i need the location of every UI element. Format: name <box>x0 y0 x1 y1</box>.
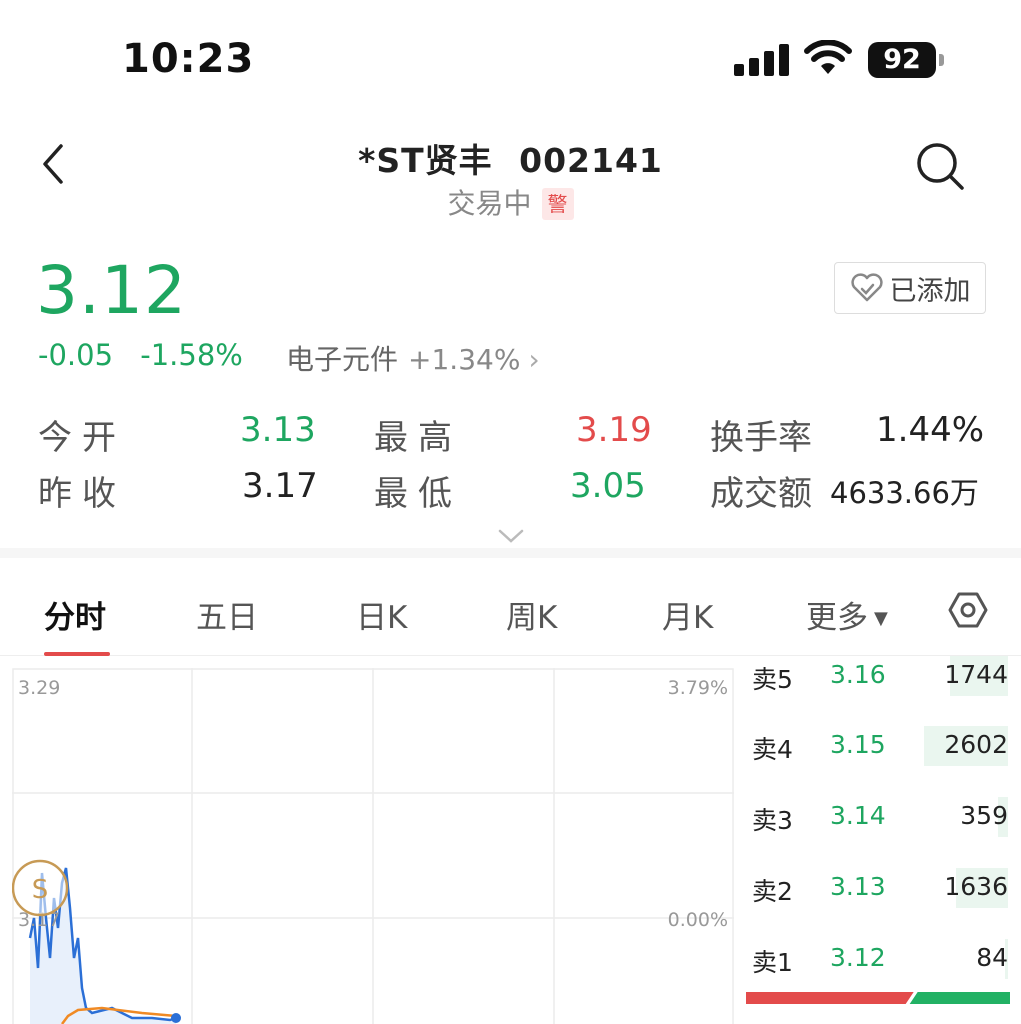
trading-status-row: 交易中警 <box>0 182 1021 222</box>
chart-tabs: 分时 五日 日K 周K 月K 更多 ▼ <box>0 560 1021 656</box>
stock-title: *ST贤丰 002141 <box>0 134 1021 182</box>
ask-volume: 359 <box>960 801 1008 830</box>
stat-amount-value: 4633.66万 <box>830 476 979 510</box>
warning-badge: 警 <box>541 188 574 220</box>
order-book-row: 卖3 3.14 359 <box>746 797 1008 837</box>
stock-code: 002141 <box>519 141 663 180</box>
stat-open-label: 今开 <box>38 418 126 458</box>
sector-name: 电子元件 <box>286 343 399 376</box>
price-change-row: -0.05 -1.58% <box>38 338 261 372</box>
ask-volume: 1744 <box>944 660 1008 689</box>
status-bar: 10:23 92 <box>0 0 1021 118</box>
tab-monthly-k[interactable]: 月K <box>662 592 713 637</box>
pct-axis-top: 3.79% <box>668 677 728 699</box>
sector-pct: +1.34% <box>408 343 521 376</box>
pct-axis-mid: 0.00% <box>668 909 728 931</box>
tab-daily-k[interactable]: 日K <box>356 592 407 637</box>
buy-sell-ratio-bar <box>746 992 1010 1004</box>
tab-weekly-k[interactable]: 周K <box>506 592 557 637</box>
stat-high-label: 最高 <box>374 418 462 458</box>
latest-point <box>171 1013 181 1023</box>
watchlist-button[interactable]: 已添加 <box>834 262 986 314</box>
order-book-row: 卖5 3.16 1744 <box>746 656 1008 696</box>
stat-low-value: 3.05 <box>570 466 646 506</box>
ask-label: 卖4 <box>752 735 793 764</box>
stat-prevclose-value: 3.17 <box>242 466 318 506</box>
stat-open-value: 3.13 <box>240 410 316 450</box>
stat-prevclose-label: 昨收 <box>38 474 126 514</box>
search-icon[interactable] <box>914 140 966 192</box>
stat-turnover-label: 换手率 <box>710 418 812 458</box>
battery-icon: 92 <box>868 42 946 78</box>
cellular-signal-icon <box>734 44 789 76</box>
ask-volume: 1636 <box>944 872 1008 901</box>
order-book-row: 卖4 3.15 2602 <box>746 726 1008 766</box>
chevron-right-icon: › <box>528 343 540 376</box>
sell-ratio <box>909 992 1010 1004</box>
price-axis-top: 3.29 <box>18 677 60 699</box>
buy-ratio <box>746 992 914 1004</box>
ask-volume: 84 <box>976 943 1008 972</box>
tab-more-label: 更多 <box>806 600 868 636</box>
order-book: 卖5 3.16 1744 卖4 3.15 2602 卖3 3.14 359 卖2 3.13 1636 卖… <box>746 656 1011 1024</box>
marker-label: S <box>32 875 49 905</box>
ask-volume: 2602 <box>944 730 1008 759</box>
price-change-pct: -1.58% <box>140 338 243 372</box>
ask-label: 卖2 <box>752 877 793 906</box>
watchlist-label: 已添加 <box>889 275 971 307</box>
chevron-down-icon[interactable] <box>498 528 524 544</box>
stock-name: *ST贤丰 <box>358 141 493 180</box>
trade-marker[interactable]: S <box>12 859 69 917</box>
ask-price: 3.14 <box>830 801 886 830</box>
sector-link[interactable]: 电子元件 +1.34% › <box>286 338 540 378</box>
price-change: -0.05 <box>38 338 114 372</box>
intraday-chart[interactable]: 3.29 3.79% 3.17 0.00% S <box>12 668 734 1024</box>
ask-price: 3.16 <box>830 660 886 689</box>
ask-label: 卖1 <box>752 948 793 977</box>
battery-level: 92 <box>868 42 936 78</box>
status-time: 10:23 <box>122 36 255 82</box>
order-book-row: 卖1 3.12 84 <box>746 939 1008 979</box>
tab-more[interactable]: 更多 ▼ <box>806 592 888 637</box>
stat-low-label: 最低 <box>374 474 462 514</box>
order-book-row: 卖2 3.13 1636 <box>746 868 1008 908</box>
stat-turnover-value: 1.44% <box>876 410 985 450</box>
trading-status: 交易中 <box>447 187 532 220</box>
chart-grid <box>12 668 734 1024</box>
ask-label: 卖3 <box>752 806 793 835</box>
tab-five-day[interactable]: 五日 <box>196 592 258 637</box>
ask-price: 3.15 <box>830 730 886 759</box>
stat-high-value: 3.19 <box>576 410 652 450</box>
active-tab-indicator <box>44 652 110 656</box>
current-price: 3.12 <box>36 252 187 329</box>
ask-price: 3.12 <box>830 943 886 972</box>
ask-label: 卖5 <box>752 665 793 694</box>
heart-icon <box>850 273 883 302</box>
stat-amount-label: 成交额 <box>710 474 812 514</box>
ask-price: 3.13 <box>830 872 886 901</box>
section-divider <box>0 548 1021 558</box>
settings-icon[interactable] <box>948 590 988 630</box>
caret-down-icon: ▼ <box>874 608 888 629</box>
wifi-icon <box>804 40 852 74</box>
tab-intraday[interactable]: 分时 <box>44 592 106 637</box>
